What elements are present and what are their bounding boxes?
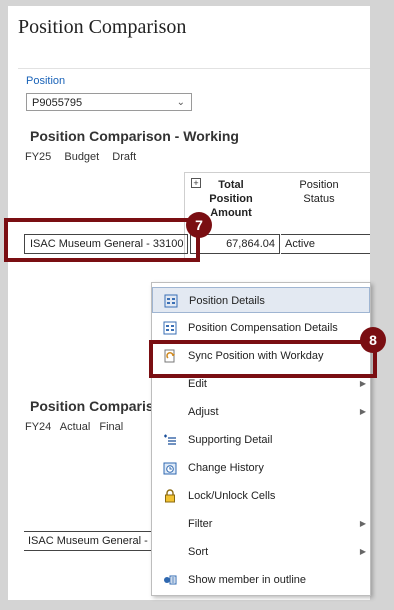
menu-item-lock-unlock-cells[interactable]: Lock/Unlock Cells: [152, 483, 370, 509]
menu-item-label: Sort: [188, 546, 209, 558]
menu-item-change-history[interactable]: Change History: [152, 455, 370, 481]
grid-actual-scenario: Actual: [59, 421, 91, 433]
menu-item-position-details[interactable]: Position Details: [152, 287, 370, 313]
column-header-total-amount[interactable]: Total Position Amount: [200, 178, 262, 220]
col2-hdr-line2: Status: [303, 193, 335, 205]
status-cell[interactable]: Active: [281, 234, 370, 254]
column-header-position-status[interactable]: Position Status: [288, 178, 350, 206]
menu-item-label: Show member in outline: [188, 574, 307, 586]
menu-item-label: Adjust: [188, 406, 219, 418]
grid-working-version: Draft: [112, 151, 137, 163]
position-dropdown-value: P9055795: [32, 97, 83, 109]
menu-item-supporting-detail[interactable]: Supporting Detail: [152, 427, 370, 453]
grid-working-scenario: Budget: [64, 151, 100, 163]
step-badge-8: 8: [360, 327, 386, 353]
position-dropdown[interactable]: P9055795 ⌄: [26, 93, 192, 111]
context-menu: Position Details Position Compensation D…: [151, 282, 371, 596]
menu-item-label: Edit: [188, 378, 207, 390]
menu-item-adjust[interactable]: Adjust ▶: [152, 399, 370, 425]
grid-actual-pov: FY24 Actual Final: [25, 421, 123, 433]
step-badge-7: 7: [186, 212, 212, 238]
supporting-detail-icon: [163, 433, 177, 447]
menu-item-sort[interactable]: Sort ▶: [152, 539, 370, 565]
grid-working-title: Position Comparison - Working: [30, 128, 239, 144]
outline-icon: [163, 573, 177, 587]
grid-actual-year: FY24: [25, 421, 52, 433]
grid-actual-version: Final: [99, 421, 124, 433]
menu-item-label: Lock/Unlock Cells: [188, 490, 276, 502]
col1-hdr-line2: Position: [209, 193, 253, 205]
callout-frame-8: [149, 340, 377, 378]
actual-row-header-cell[interactable]: ISAC Museum General - 33100: [24, 531, 164, 551]
chevron-down-icon: ⌄: [176, 97, 185, 108]
grid-working-pov: FY25 Budget Draft: [25, 151, 140, 163]
menu-item-label: Supporting Detail: [188, 434, 273, 446]
change-history-icon: [163, 461, 177, 475]
submenu-arrow-icon: ▶: [359, 407, 366, 416]
submenu-arrow-icon: ▶: [359, 519, 366, 528]
pov-bar: Position P9055795 ⌄: [18, 68, 370, 123]
menu-item-label: Filter: [188, 518, 213, 530]
menu-item-show-member-in-outline[interactable]: Show member in outline: [152, 567, 370, 593]
menu-item-label: Change History: [188, 462, 264, 474]
col2-hdr-line1: Position: [299, 179, 339, 191]
page-title: Position Comparison: [18, 16, 187, 38]
menu-item-position-compensation-details[interactable]: Position Compensation Details: [152, 315, 370, 341]
details-icon: [164, 294, 178, 308]
submenu-arrow-icon: ▶: [359, 379, 366, 388]
menu-item-label: Position Compensation Details: [188, 322, 338, 334]
lock-icon: [163, 489, 177, 503]
menu-item-filter[interactable]: Filter ▶: [152, 511, 370, 537]
callout-frame-7: [4, 218, 200, 262]
grid-working-year: FY25: [25, 151, 52, 163]
col1-hdr-line1: Total: [218, 179, 244, 191]
grid-actual-title: Position Comparison: [30, 398, 171, 414]
menu-item-label: Position Details: [189, 295, 265, 307]
submenu-arrow-icon: ▶: [359, 547, 366, 556]
pov-label: Position: [26, 75, 66, 87]
comp-details-icon: [163, 321, 177, 335]
